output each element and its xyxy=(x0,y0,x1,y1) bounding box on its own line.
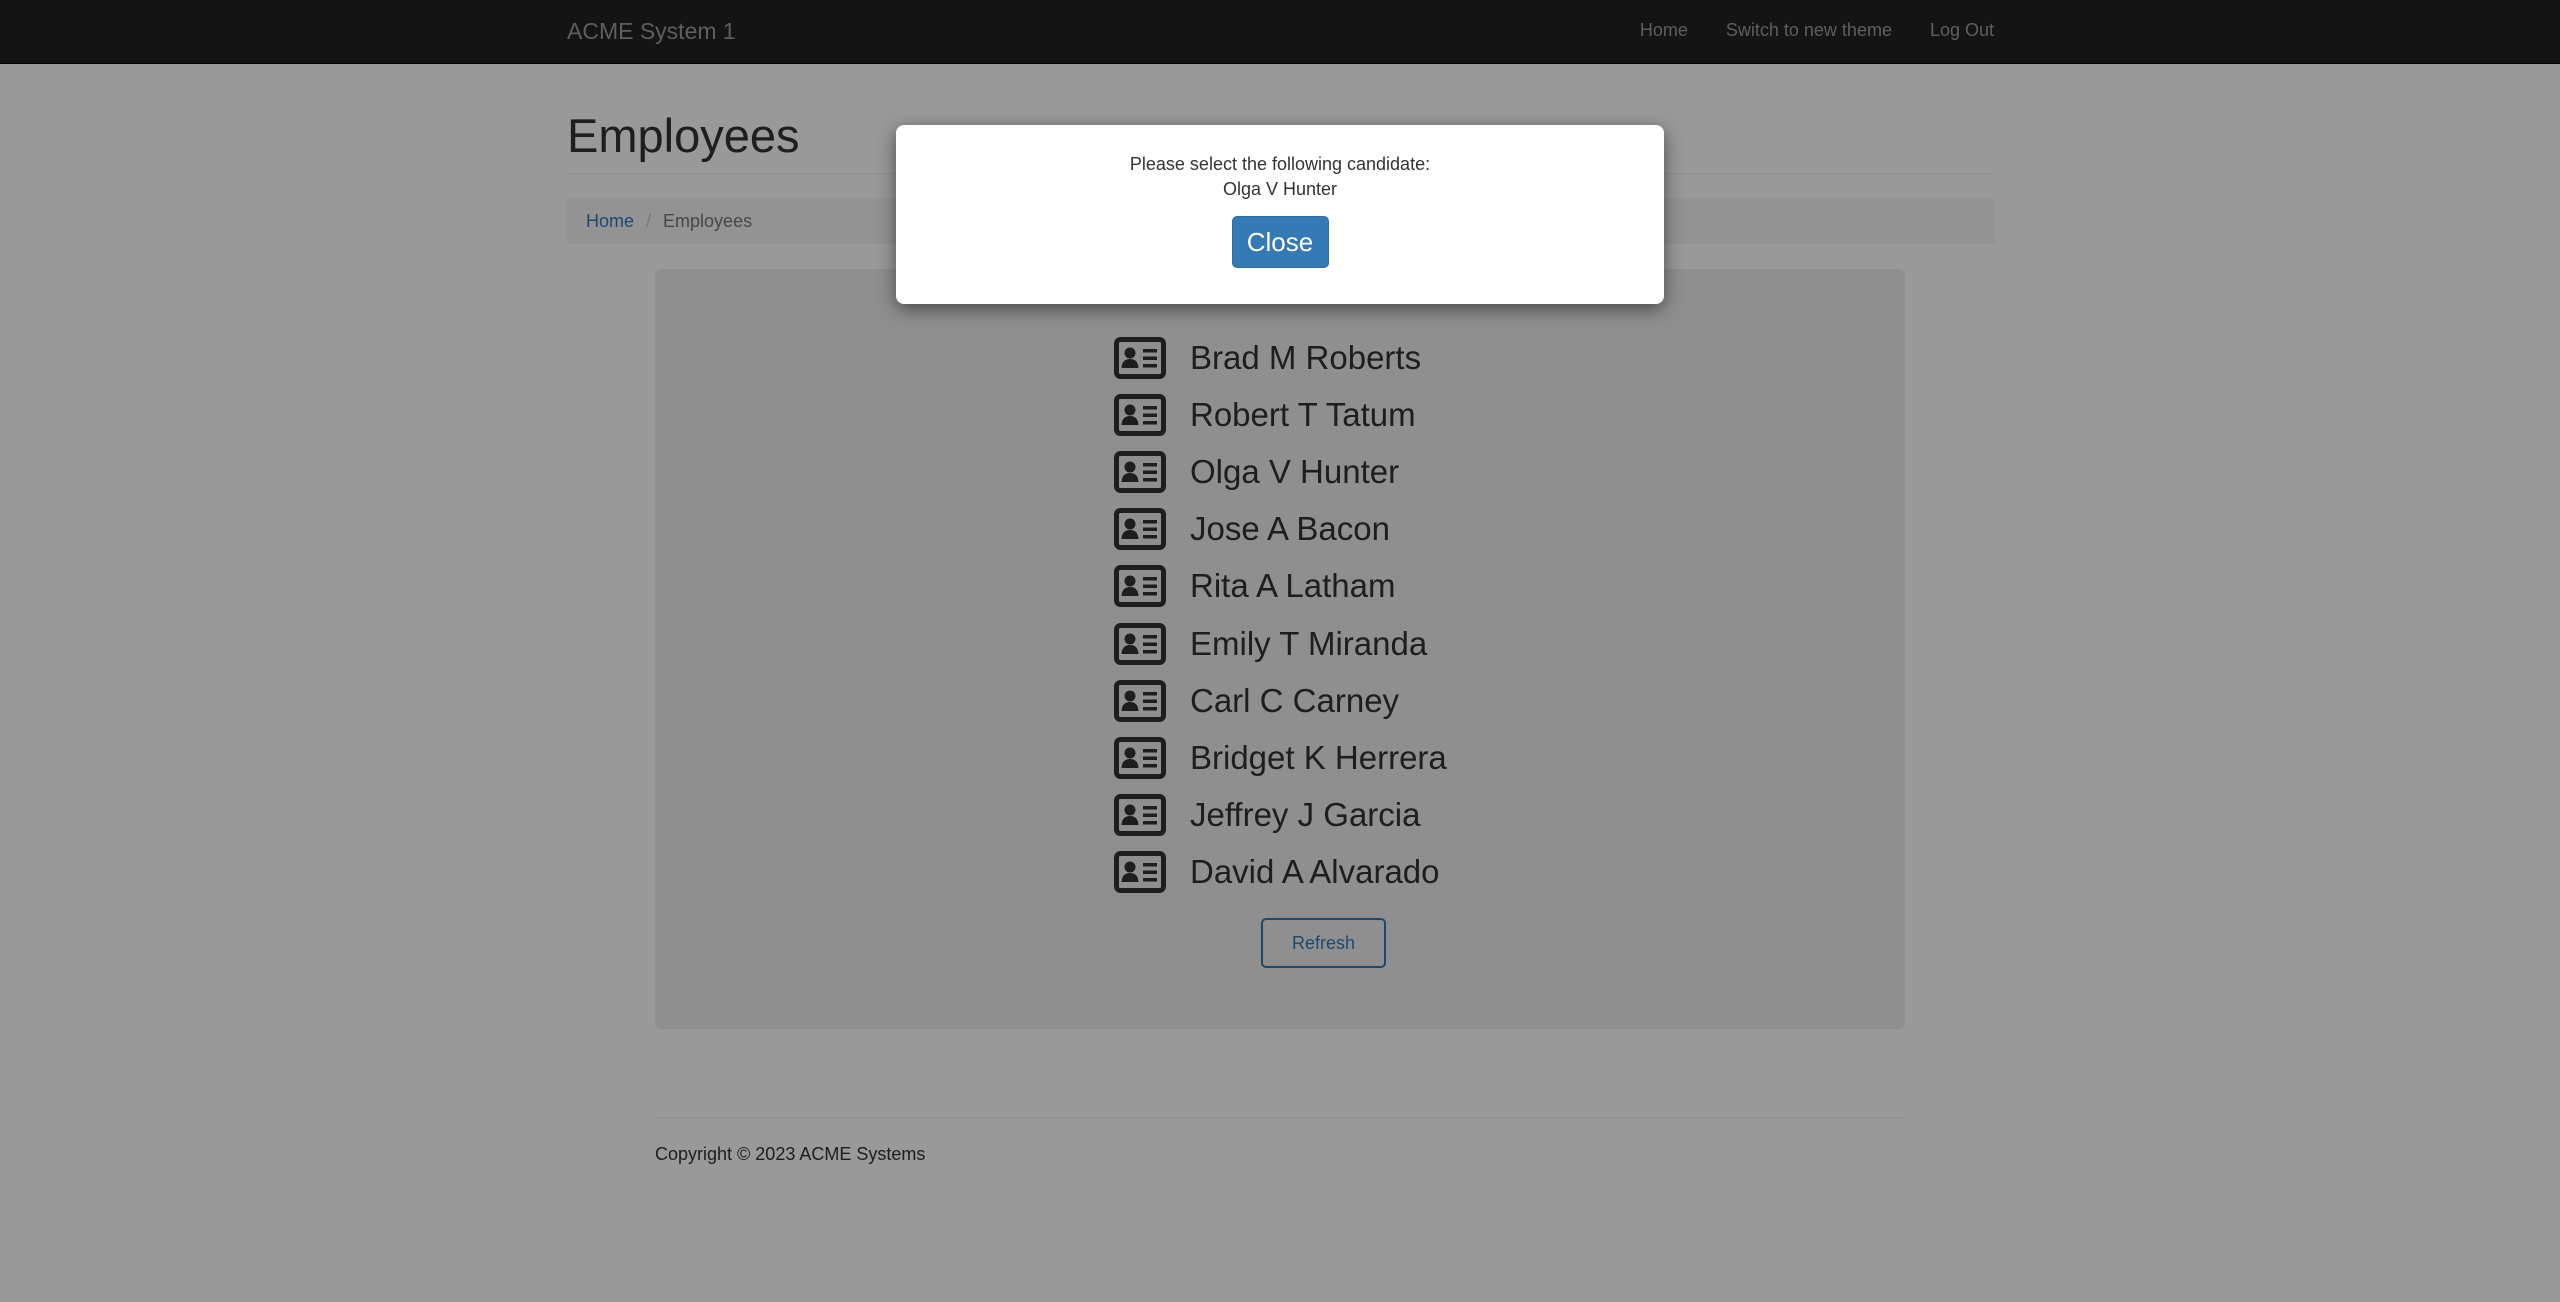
modal-message: Please select the following candidate: xyxy=(1129,154,1431,174)
modal-candidate-name: Olga V Hunter xyxy=(1222,179,1338,199)
candidate-modal: Please select the following candidate: O… xyxy=(896,125,1664,304)
close-button[interactable]: Close xyxy=(1231,216,1329,268)
